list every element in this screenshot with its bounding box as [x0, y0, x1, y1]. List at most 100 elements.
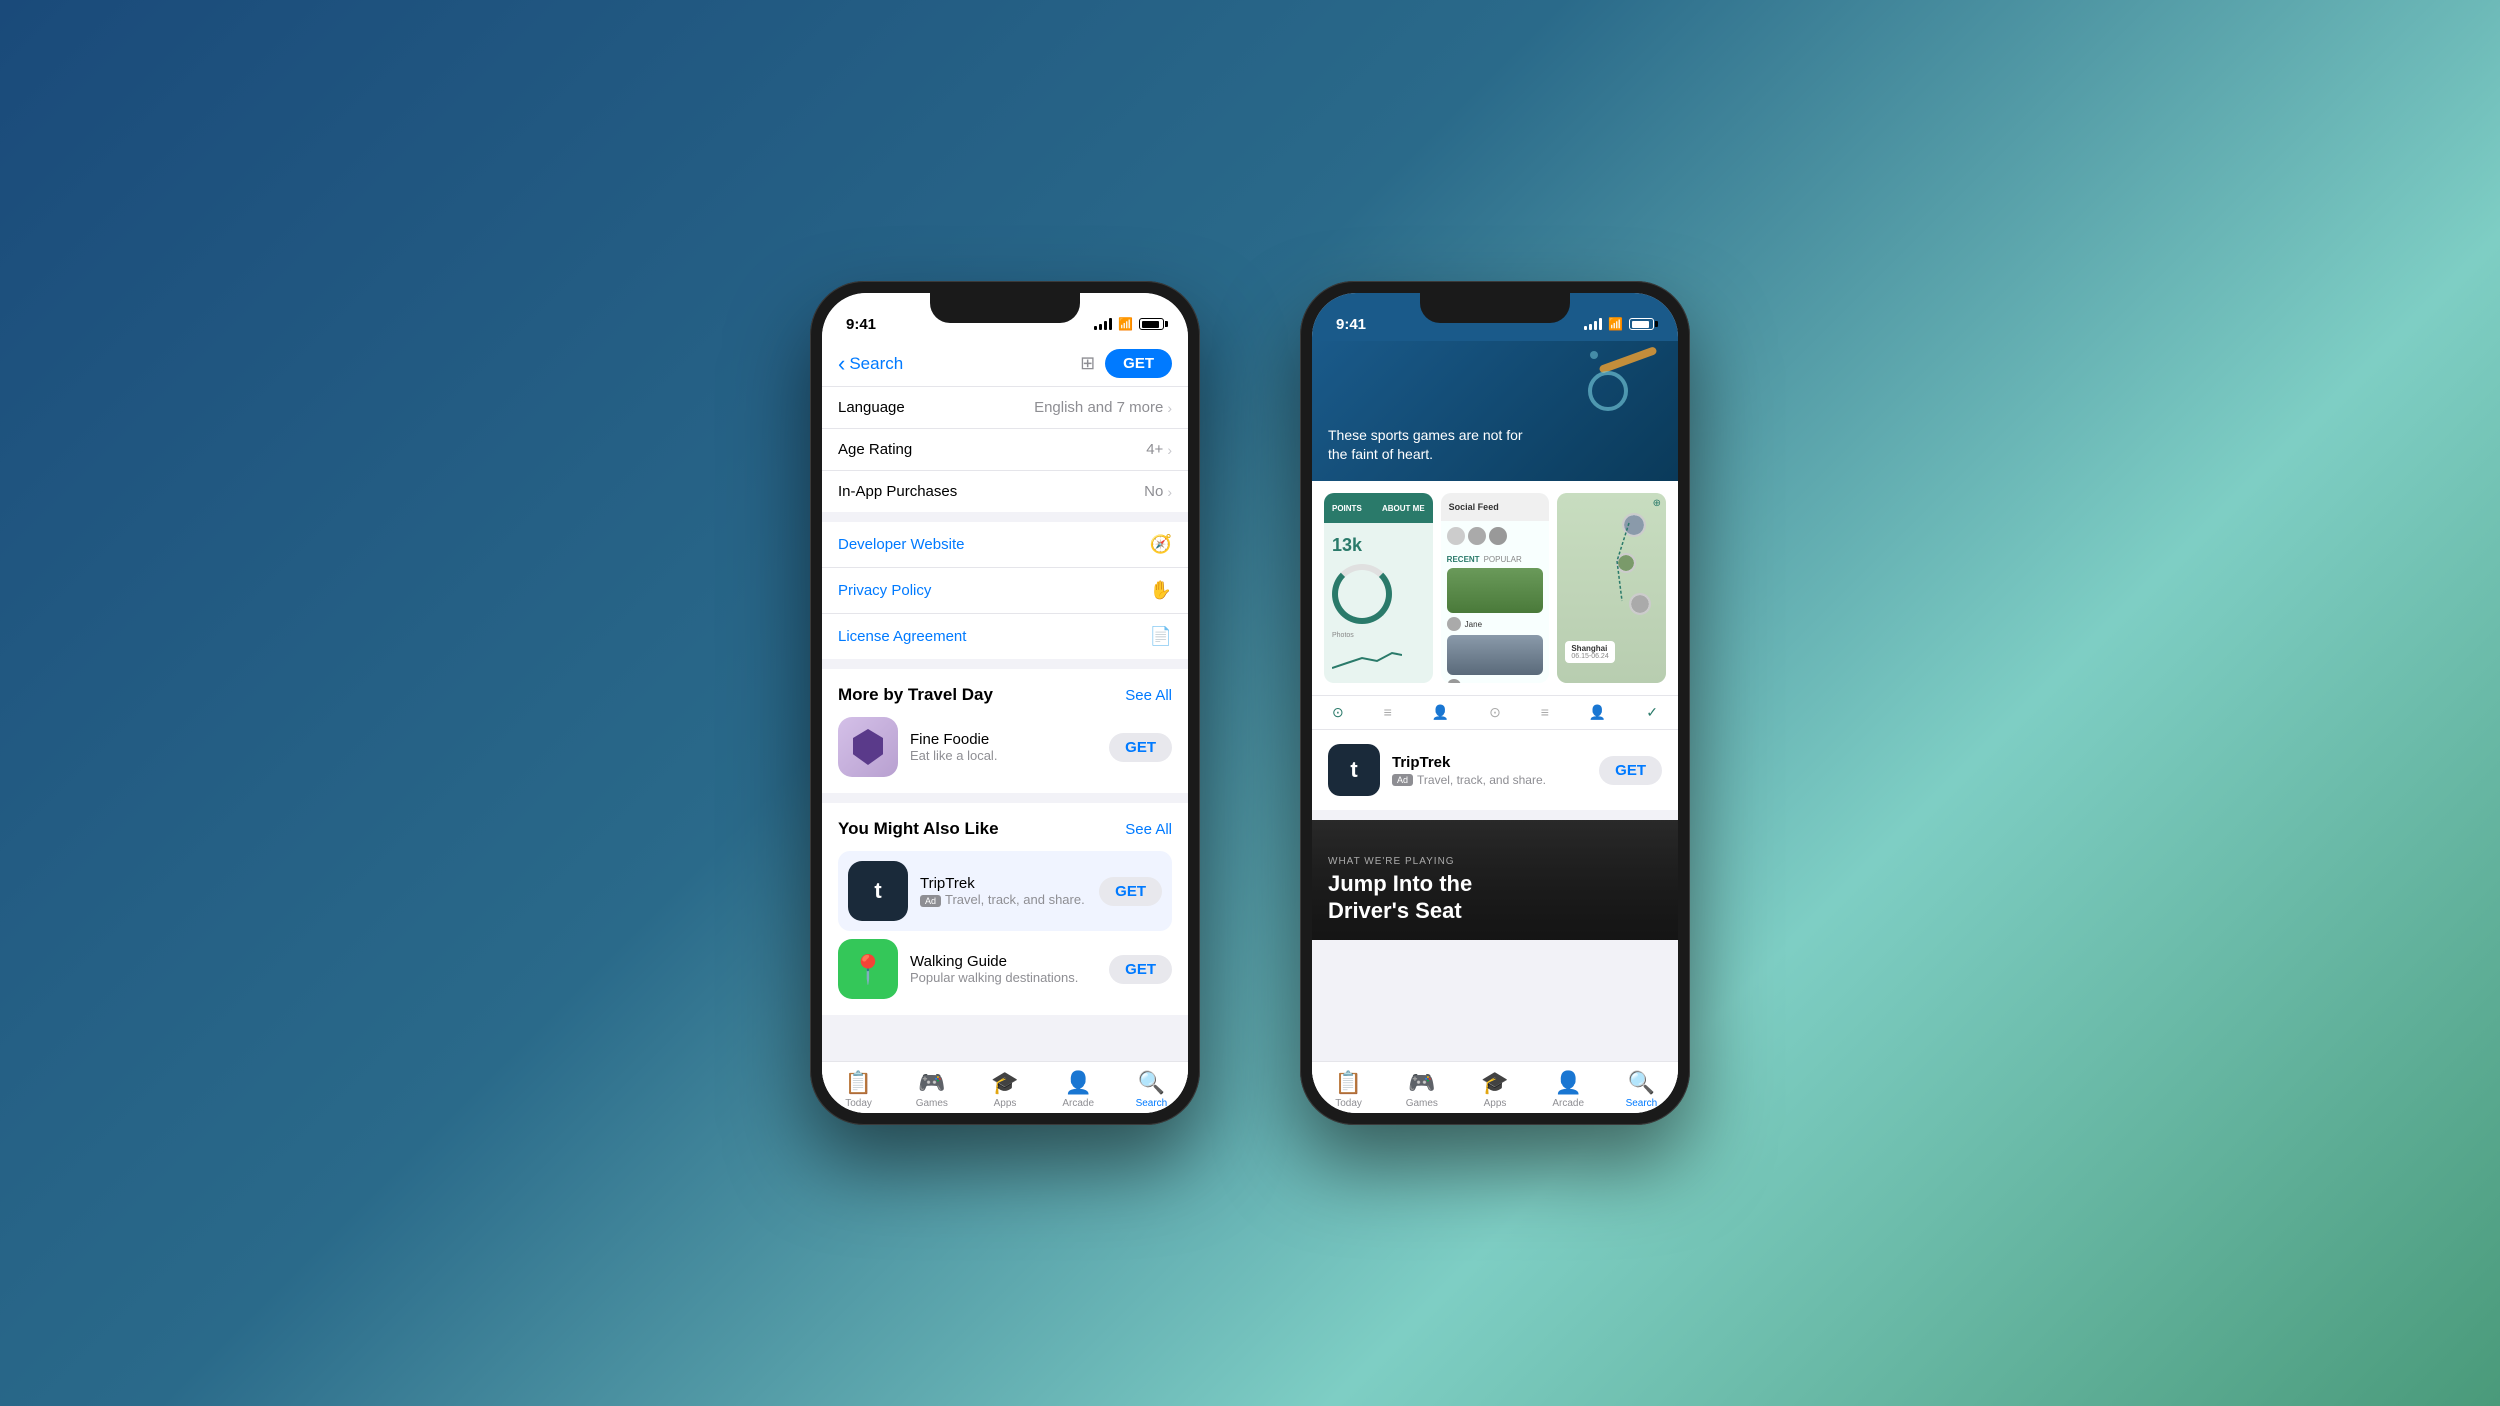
apps-label: Apps: [994, 1098, 1017, 1109]
inapp-purchases-row[interactable]: In-App Purchases No ›: [822, 471, 1188, 512]
playing-text: WHAT WE'RE PLAYING Jump Into theDriver's…: [1328, 856, 1662, 924]
games-icon-2: 🎮: [1408, 1070, 1435, 1096]
browse-scroll: These sports games are not forthe faint …: [1312, 341, 1678, 1061]
signal-icon-1: [1094, 318, 1112, 330]
today-label: Today: [845, 1098, 872, 1109]
apps-icon: 🎓: [991, 1070, 1018, 1096]
more-by-see-all[interactable]: See All: [1125, 687, 1172, 704]
also-like-title: You Might Also Like: [838, 819, 999, 839]
age-rating-chevron: ›: [1167, 442, 1172, 458]
tab2-today[interactable]: 📋 Today: [1312, 1070, 1385, 1109]
back-label: Search: [849, 354, 903, 374]
gallery-tab-2[interactable]: ≡: [1384, 704, 1392, 721]
compass-icon: 🧭: [1150, 534, 1172, 555]
age-rating-row[interactable]: Age Rating 4+ ›: [822, 429, 1188, 471]
privacy-policy-row[interactable]: Privacy Policy ✋: [822, 568, 1188, 614]
screenshot-3-map: Shanghai 06.15-06.24 ⊕: [1557, 493, 1666, 683]
signal-icon-2: [1584, 318, 1602, 330]
tab-today[interactable]: 📋 Today: [822, 1070, 895, 1109]
inapp-label: In-App Purchases: [838, 483, 957, 500]
phone2-content: These sports games are not forthe faint …: [1312, 341, 1678, 1113]
phone-1: 9:41 📶: [810, 281, 1200, 1125]
walking-guide-get-button[interactable]: GET: [1109, 955, 1172, 984]
hand-icon: ✋: [1150, 580, 1172, 601]
chart-svg: [1332, 643, 1402, 673]
screenshot-1-content: 13k Photos: [1324, 523, 1433, 681]
games-label-2: Games: [1406, 1098, 1438, 1109]
walking-guide-info: Walking Guide Popular walking destinatio…: [910, 953, 1097, 985]
wifi-icon-1: 📶: [1118, 317, 1133, 331]
ad-label-badge: Ad: [1392, 774, 1413, 786]
language-row[interactable]: Language English and 7 more ›: [822, 387, 1188, 429]
developer-website-row[interactable]: Developer Website 🧭: [822, 522, 1188, 568]
also-like-section: You Might Also Like See All t TripTrek: [822, 803, 1188, 1015]
age-rating-value: 4+ ›: [1146, 441, 1172, 458]
age-rating-text: 4+: [1146, 441, 1163, 458]
nav-actions: ⊞ GET: [1080, 349, 1172, 378]
gallery-tab-3[interactable]: 👤: [1432, 704, 1449, 721]
today-icon: 📋: [845, 1070, 872, 1096]
screenshot-1-header: POINTSABOUT ME: [1324, 493, 1433, 523]
search-icon-2: 🔍: [1628, 1070, 1655, 1096]
more-by-header: More by Travel Day See All: [838, 685, 1172, 705]
playing-label: WHAT WE'RE PLAYING: [1328, 856, 1662, 867]
gallery-tab-4[interactable]: ⊙: [1489, 704, 1501, 721]
get-button-nav[interactable]: GET: [1105, 349, 1172, 378]
inapp-text: No: [1144, 483, 1163, 500]
tab2-games[interactable]: 🎮 Games: [1385, 1070, 1458, 1109]
inapp-value: No ›: [1144, 483, 1172, 500]
tab-bar-2: 📋 Today 🎮 Games 🎓 Apps 👤 Arcade: [1312, 1061, 1678, 1113]
triptrek-get-button[interactable]: GET: [1099, 877, 1162, 906]
tab-arcade[interactable]: 👤 Arcade: [1042, 1070, 1115, 1109]
gallery-tab-7[interactable]: ✓: [1646, 704, 1658, 721]
status-time-2: 9:41: [1336, 316, 1366, 333]
tab2-arcade[interactable]: 👤 Arcade: [1532, 1070, 1605, 1109]
screenshot-2-user1: Jane: [1441, 617, 1550, 631]
wifi-icon-2: 📶: [1608, 317, 1623, 331]
today-label-2: Today: [1335, 1098, 1362, 1109]
search-label: Search: [1136, 1098, 1168, 1109]
license-agreement-link: License Agreement: [838, 628, 966, 645]
sports-banner: These sports games are not forthe faint …: [1312, 341, 1678, 481]
triptrek-item[interactable]: t TripTrek Ad Travel, track, and share. …: [838, 851, 1172, 931]
phone-1-screen: 9:41 📶: [822, 293, 1188, 1113]
fine-foodie-get-button[interactable]: GET: [1109, 733, 1172, 762]
tab-games[interactable]: 🎮 Games: [895, 1070, 968, 1109]
phones-container: 9:41 📶: [810, 281, 1690, 1125]
links-section: Developer Website 🧭 Privacy Policy ✋ Lic…: [822, 522, 1188, 659]
tab2-apps[interactable]: 🎓 Apps: [1458, 1070, 1531, 1109]
phone-2: 9:41 📶: [1300, 281, 1690, 1125]
battery-icon-1: [1139, 318, 1164, 330]
ad-card: t TripTrek Ad Travel, track, and share. …: [1312, 729, 1678, 810]
sports-text: These sports games are not forthe faint …: [1328, 426, 1662, 465]
games-label: Games: [916, 1098, 948, 1109]
apps-label-2: Apps: [1484, 1098, 1507, 1109]
today-icon-2: 📋: [1335, 1070, 1362, 1096]
filter-icon[interactable]: ⊞: [1080, 353, 1095, 374]
back-button[interactable]: ‹ Search: [838, 353, 903, 375]
more-by-section: More by Travel Day See All Fine Foodie E…: [822, 669, 1188, 793]
search-label-2: Search: [1626, 1098, 1658, 1109]
also-like-see-all[interactable]: See All: [1125, 821, 1172, 838]
gallery-tab-1[interactable]: ⊙: [1332, 704, 1344, 721]
screenshot-2-user2: Luke: [1441, 675, 1550, 683]
shanghai-label: Shanghai 06.15-06.24: [1565, 641, 1614, 663]
status-time-1: 9:41: [846, 316, 876, 333]
triptrek-icon: t: [848, 861, 908, 921]
battery-icon-2: [1629, 318, 1654, 330]
ad-get-button[interactable]: GET: [1599, 756, 1662, 785]
tab-bar-1: 📋 Today 🎮 Games 🎓 Apps 👤 Arcade: [822, 1061, 1188, 1113]
foodie-shield: [853, 729, 883, 765]
license-agreement-row[interactable]: License Agreement 📄: [822, 614, 1188, 659]
walking-guide-icon: 📍: [838, 939, 898, 999]
playing-banner: WHAT WE'RE PLAYING Jump Into theDriver's…: [1312, 820, 1678, 940]
back-arrow-icon: ‹: [838, 353, 845, 375]
gallery-tab-5[interactable]: ≡: [1541, 704, 1549, 721]
ad-app-icon: t: [1328, 744, 1380, 796]
gallery-tab-6[interactable]: 👤: [1589, 704, 1606, 721]
tab2-search[interactable]: 🔍 Search: [1605, 1070, 1678, 1109]
tab-search[interactable]: 🔍 Search: [1115, 1070, 1188, 1109]
ad-info: TripTrek Ad Travel, track, and share.: [1392, 754, 1587, 787]
notch-2: [1420, 293, 1570, 323]
tab-apps[interactable]: 🎓 Apps: [968, 1070, 1041, 1109]
